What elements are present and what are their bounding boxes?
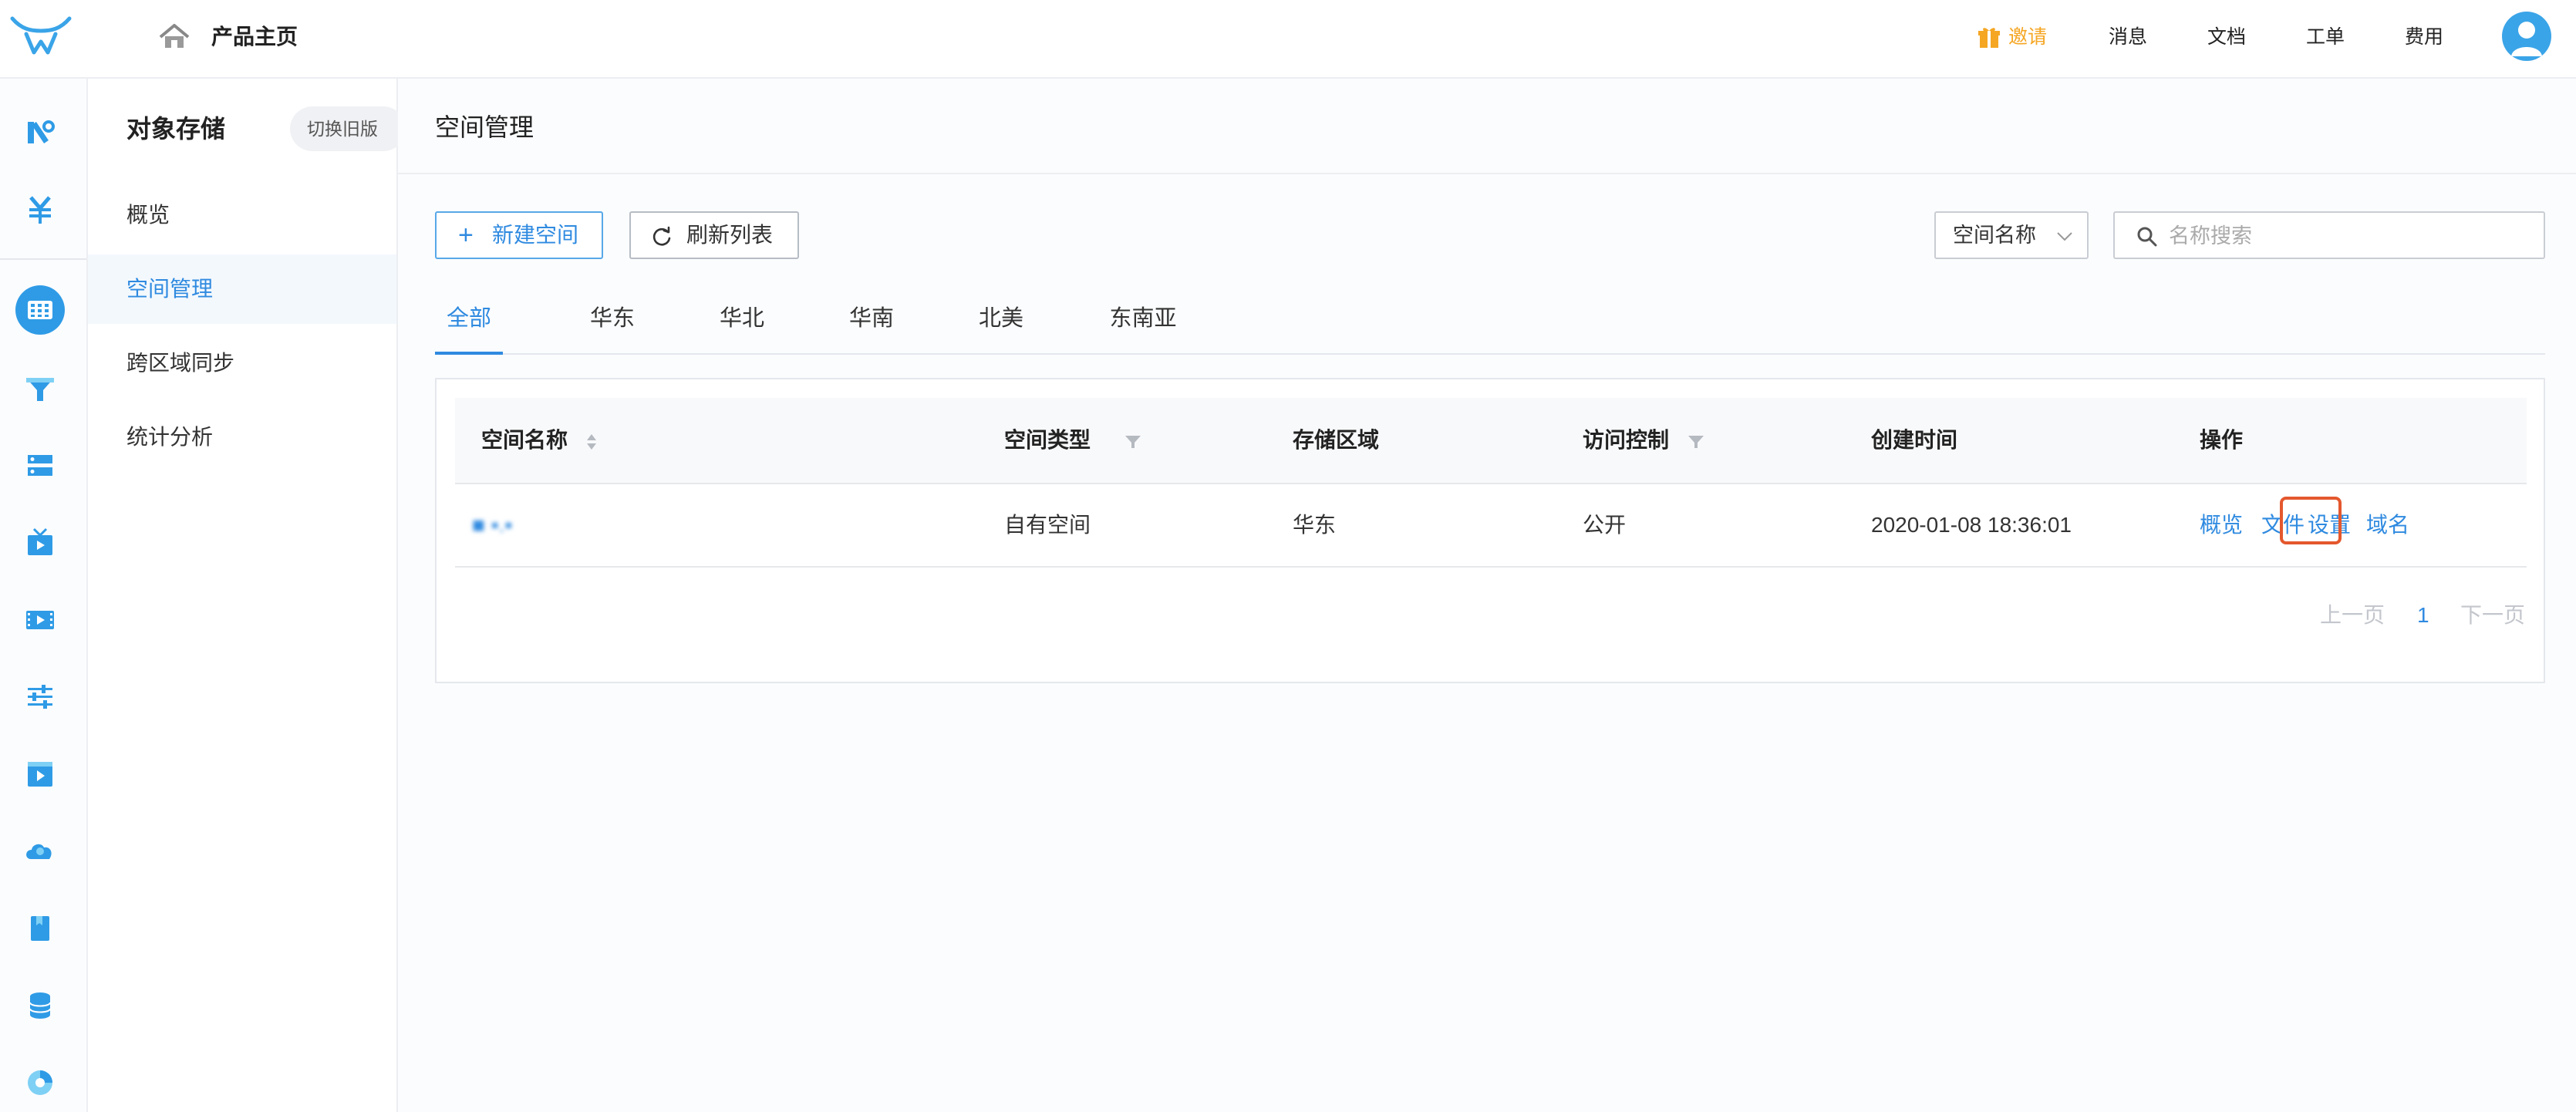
- column-header-actions: 操作: [2200, 428, 2244, 452]
- pie-icon[interactable]: [23, 1066, 57, 1100]
- column-header-bucket-type[interactable]: 空间类型: [1004, 398, 1141, 483]
- sort-icon[interactable]: [586, 433, 597, 451]
- refresh-list-label: 刷新列表: [686, 223, 774, 247]
- plus-icon: +: [458, 221, 474, 250]
- filter-icon[interactable]: [1124, 434, 1141, 450]
- column-header-bucket-name[interactable]: 空间名称: [481, 398, 597, 483]
- bucket-region-cell: 华东: [1293, 513, 1337, 537]
- qiniu-logo-icon[interactable]: [8, 14, 74, 60]
- product-icon-rail: [0, 79, 88, 1112]
- region-tabs: 全部 华东 华北 华南 北美 东南亚: [435, 293, 2545, 355]
- prev-page-button[interactable]: 上一页: [2320, 597, 2385, 634]
- new-bucket-label: 新建空间: [492, 223, 579, 247]
- overview-action-link[interactable]: 概览: [2200, 484, 2243, 566]
- live-tv-icon[interactable]: [23, 526, 57, 560]
- new-bucket-button[interactable]: + 新建空间: [435, 211, 603, 259]
- switch-old-version-button[interactable]: 切换旧版: [290, 106, 406, 151]
- rail-divider: [0, 258, 86, 260]
- sidebar-item-label: 统计分析: [126, 425, 214, 449]
- sidebar-item-label: 概览: [126, 203, 170, 227]
- refresh-list-button[interactable]: 刷新列表: [629, 211, 799, 259]
- column-header-region: 存储区域: [1293, 428, 1380, 452]
- filter-icon[interactable]: [1688, 434, 1704, 450]
- chevron-down-icon: [2057, 232, 2072, 241]
- docs-link[interactable]: 文档: [2207, 22, 2246, 52]
- column-header-access-control[interactable]: 访问控制: [1583, 398, 1704, 483]
- page-title: 空间管理: [435, 113, 534, 141]
- rail-item-active[interactable]: [15, 285, 65, 335]
- domain-action-link[interactable]: 域名: [2366, 484, 2409, 566]
- bucket-search-box[interactable]: [2113, 211, 2545, 259]
- bookmark-icon[interactable]: [23, 912, 57, 945]
- bucket-access-cell: 公开: [1583, 513, 1627, 537]
- search-field-select[interactable]: 空间名称: [1934, 211, 2089, 259]
- service-sidebar: 对象存储 切换旧版 概览 空间管理 跨区域同步 统计分析: [88, 79, 406, 1112]
- column-header-label: 空间名称: [481, 428, 568, 452]
- table-header: 空间名称 空间类型 存储区域 访问控制 创建时间 操作: [455, 398, 2527, 484]
- tab-north-america[interactable]: 北美: [978, 293, 1024, 352]
- server-icon[interactable]: [23, 449, 57, 483]
- user-avatar[interactable]: [2502, 12, 2551, 61]
- tab-north-china[interactable]: 华北: [719, 293, 765, 352]
- search-icon: [2137, 227, 2157, 247]
- billing-link[interactable]: 费用: [2405, 22, 2443, 52]
- video-icon[interactable]: [23, 603, 57, 637]
- kodo-logo-icon[interactable]: [23, 116, 57, 150]
- home-title[interactable]: 产品主页: [211, 22, 298, 52]
- bucket-table: 空间名称 空间类型 存储区域 访问控制 创建时间 操作 ■ ▪.▪ 自有空间 华…: [435, 378, 2545, 683]
- refresh-icon: [652, 226, 671, 246]
- yuan-currency-icon[interactable]: [23, 193, 57, 227]
- sidebar-title: 对象存储: [126, 115, 226, 143]
- sliders-icon[interactable]: [23, 680, 57, 714]
- table-row: ■ ▪.▪ 自有空间 华东 公开 2020-01-08 18:36:01 概览 …: [455, 484, 2527, 568]
- settings-highlight-box: [2280, 497, 2342, 544]
- bucket-name-link[interactable]: ■ ▪.▪: [472, 484, 512, 566]
- database-icon[interactable]: [23, 989, 57, 1023]
- tab-southeast-asia[interactable]: 东南亚: [1108, 293, 1178, 352]
- tab-all[interactable]: 全部: [435, 293, 503, 355]
- home-icon[interactable]: [158, 22, 191, 52]
- user-icon: [2511, 22, 2542, 56]
- invite-label: 邀请: [2008, 26, 2048, 48]
- bucket-type-cell: 自有空间: [1004, 513, 1091, 537]
- search-field-select-value: 空间名称: [1953, 224, 2036, 247]
- sidebar-item-cross-region-sync[interactable]: 跨区域同步: [88, 329, 396, 398]
- column-header-label: 访问控制: [1583, 428, 1670, 452]
- sidebar-item-overview[interactable]: 概览: [88, 180, 396, 250]
- bucket-created-cell: 2020-01-08 18:36:01: [1871, 513, 2072, 537]
- search-input[interactable]: [2167, 219, 2533, 253]
- next-page-button[interactable]: 下一页: [2460, 597, 2525, 634]
- top-bar: 产品主页 邀请 消息 文档 工单 费用: [0, 0, 2576, 79]
- column-header-created-time: 创建时间: [1871, 428, 1958, 452]
- column-header-label: 空间类型: [1004, 428, 1091, 452]
- sidebar-item-label: 跨区域同步: [126, 351, 235, 375]
- sidebar-item-bucket-management[interactable]: 空间管理: [88, 254, 396, 324]
- page-number-current[interactable]: 1: [2417, 597, 2429, 634]
- tickets-link[interactable]: 工单: [2306, 22, 2345, 52]
- sidebar-item-label: 空间管理: [126, 277, 214, 301]
- cloud-icon[interactable]: [23, 834, 57, 868]
- gift-icon: [1978, 28, 2000, 48]
- messages-link[interactable]: 消息: [2109, 22, 2147, 52]
- tab-east-china[interactable]: 华东: [589, 293, 636, 352]
- tab-south-china[interactable]: 华南: [848, 293, 895, 352]
- media-play-icon[interactable]: [23, 757, 57, 791]
- main-header: 空间管理: [398, 79, 2576, 174]
- storage-grid-icon: [28, 301, 52, 319]
- sidebar-item-statistics[interactable]: 统计分析: [88, 403, 396, 472]
- cdn-funnel-icon[interactable]: [23, 372, 57, 406]
